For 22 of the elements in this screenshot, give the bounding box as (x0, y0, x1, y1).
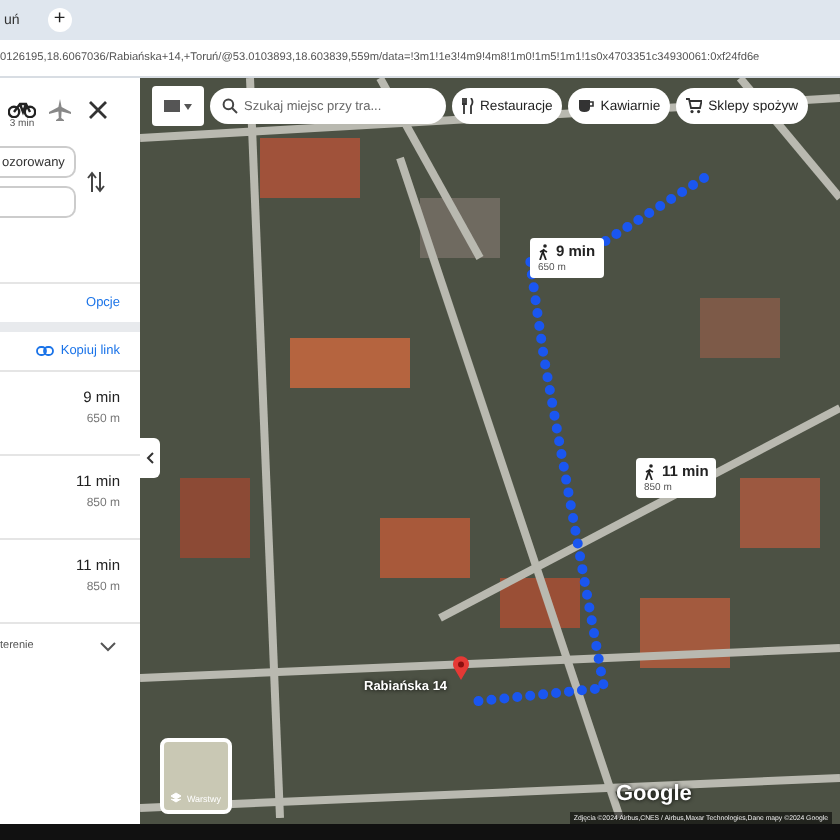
map-type-toggle[interactable] (152, 86, 204, 126)
link-icon (36, 346, 55, 356)
walking-person-icon (644, 463, 656, 479)
location-pin-icon (452, 656, 470, 680)
collapse-panel-button[interactable] (140, 438, 160, 478)
chevron-left-icon (146, 452, 154, 464)
chevron-down-icon (100, 641, 116, 651)
fork-knife-icon (462, 98, 474, 114)
cup-icon (578, 98, 595, 114)
close-icon[interactable] (88, 100, 108, 120)
layers-icon (170, 792, 183, 804)
swap-icon[interactable] (86, 170, 106, 194)
new-tab-button[interactable]: + (47, 8, 72, 32)
cart-icon (686, 98, 703, 114)
travel-mode-button[interactable] (48, 98, 72, 122)
plane-icon (48, 98, 72, 122)
map-logo: Google (616, 782, 692, 806)
caret-icon (164, 98, 192, 114)
destination-input[interactable] (0, 186, 76, 218)
search-icon (222, 98, 238, 114)
walking-person-icon (538, 243, 550, 259)
bicycle-icon (8, 98, 36, 118)
